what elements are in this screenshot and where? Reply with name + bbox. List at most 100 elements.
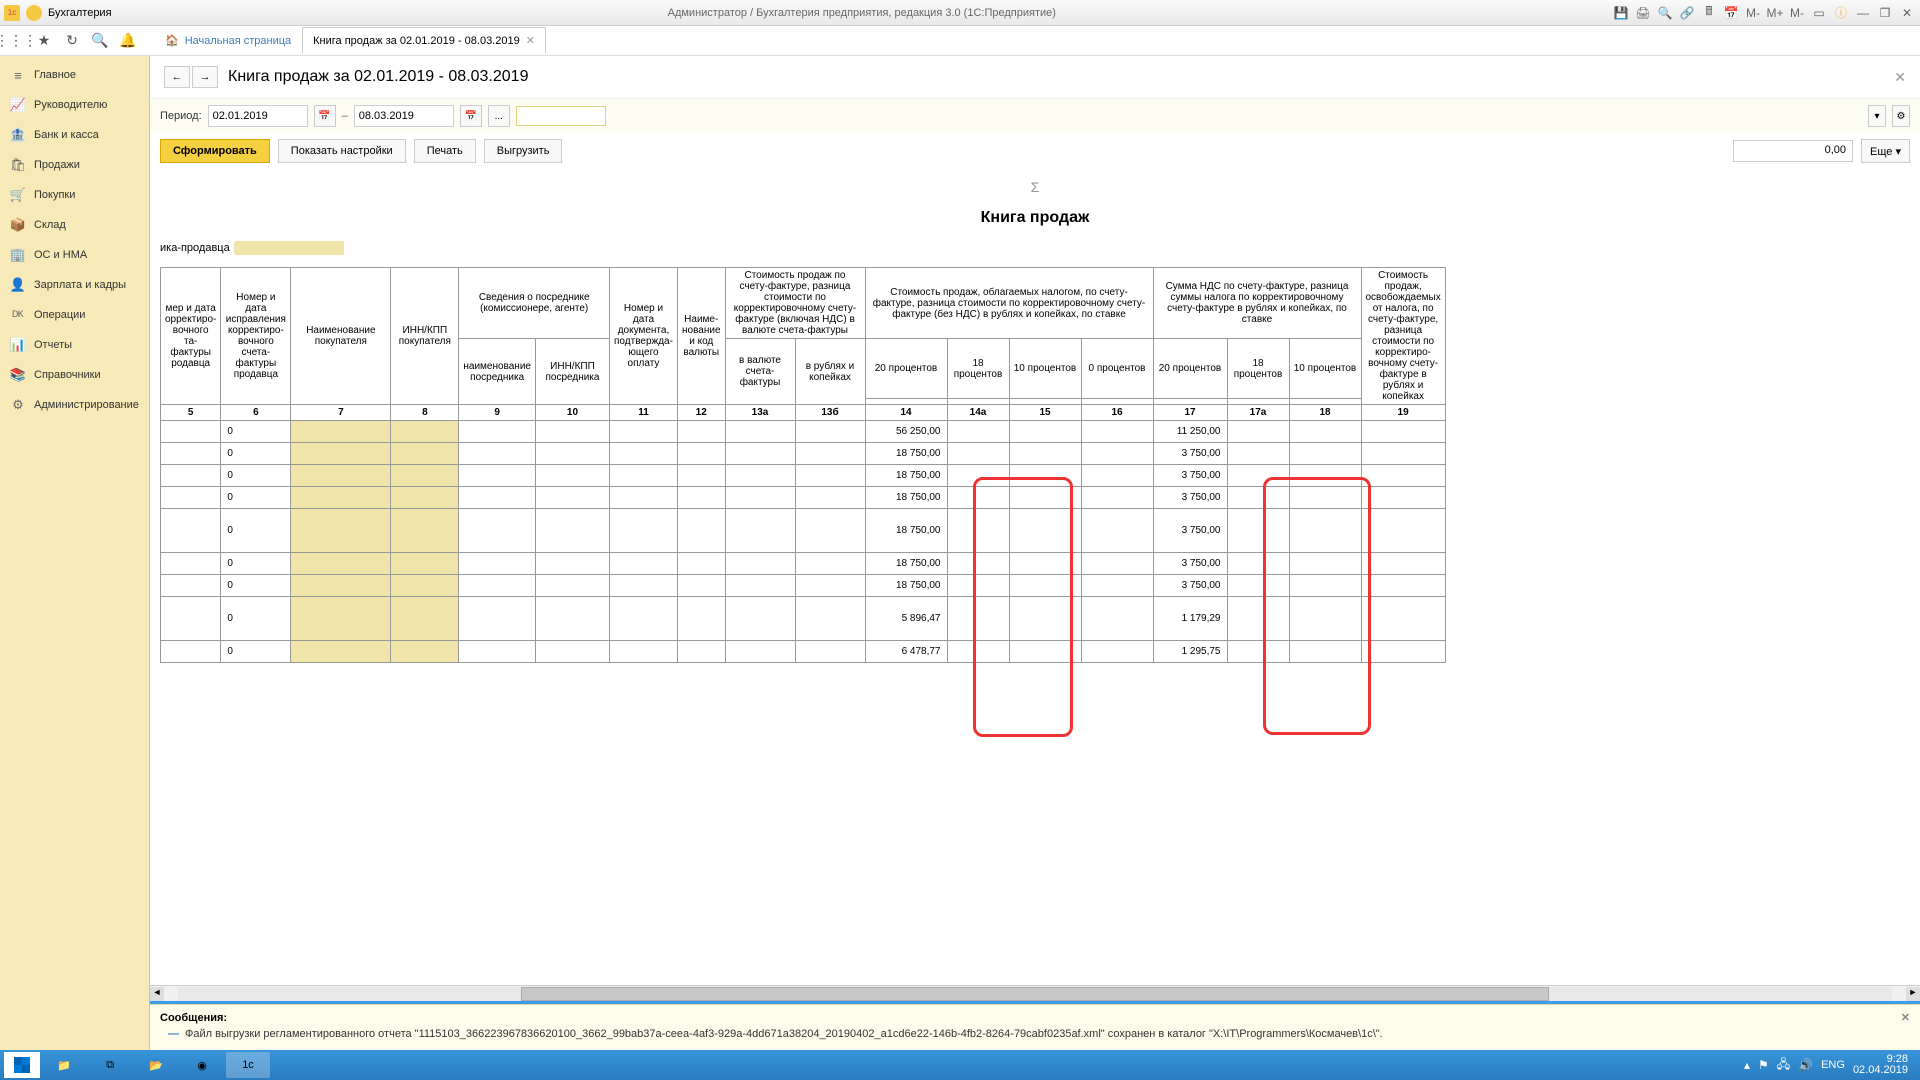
tray-flag-icon[interactable]: ⚑ bbox=[1758, 1058, 1769, 1072]
window-title: Администратор / Бухгалтерия предприятия,… bbox=[118, 7, 1606, 19]
sidebar-icon: 📊 bbox=[10, 337, 26, 353]
title-bar: 1c Бухгалтерия Администратор / Бухгалтер… bbox=[0, 0, 1920, 26]
sidebar-icon: ⚙ bbox=[10, 397, 26, 413]
nav-back-button[interactable]: ← bbox=[164, 66, 190, 88]
sidebar: ≡ Главное 📈Руководителю 🏦 Банк и касса 🛍Прода… bbox=[0, 56, 150, 1050]
tray-network-icon[interactable]: 🖧 bbox=[1777, 1055, 1790, 1076]
sidebar-item-6[interactable]: 🏢ОС и НМА bbox=[0, 240, 149, 270]
sidebar-item-1[interactable]: 📈Руководителю bbox=[0, 90, 149, 120]
task-explorer[interactable]: 📁 bbox=[42, 1052, 86, 1078]
tab-sales-book[interactable]: Книга продаж за 02.01.2019 - 08.03.2019 … bbox=[302, 27, 546, 54]
show-settings-button[interactable]: Показать настройки bbox=[278, 139, 406, 163]
sidebar-label: Главное bbox=[34, 69, 76, 81]
search-icon[interactable]: 🔍 bbox=[90, 31, 110, 51]
sidebar-icon: 🏦 bbox=[10, 127, 26, 143]
close-icon[interactable]: ✕ bbox=[1898, 4, 1916, 22]
sidebar-item-0[interactable]: ≡ Главное bbox=[0, 60, 149, 90]
task-chrome[interactable]: ◉ bbox=[180, 1052, 224, 1078]
period-label: Период: bbox=[160, 110, 202, 122]
m-plus-icon[interactable]: M+ bbox=[1766, 4, 1784, 22]
date-from-picker-icon[interactable]: 📅 bbox=[314, 105, 336, 127]
print-icon[interactable]: 🖨 bbox=[1634, 4, 1652, 22]
apps-icon[interactable]: ⋮⋮⋮ bbox=[6, 31, 26, 51]
panel-icon[interactable]: ▭ bbox=[1810, 4, 1828, 22]
sidebar-item-8[interactable]: ᴰᴷОперации bbox=[0, 300, 149, 330]
taskbar: 📁 ⧉ 📂 ◉ 1c ▴ ⚑ 🖧 🔊 ENG 9:28 02.04.2019 bbox=[0, 1050, 1920, 1080]
date-to-input[interactable] bbox=[354, 105, 454, 127]
sidebar-item-5[interactable]: 📦Склад bbox=[0, 210, 149, 240]
tab-home[interactable]: 🏠 Начальная страница bbox=[154, 27, 302, 54]
tray-clock[interactable]: 9:28 02.04.2019 bbox=[1853, 1054, 1908, 1076]
calendar-icon[interactable]: 📅 bbox=[1722, 4, 1740, 22]
sidebar-item-7[interactable]: 👤 Зарплата и кадры bbox=[0, 270, 149, 300]
seller-row: ика-продавца bbox=[160, 235, 1910, 261]
minimize-icon[interactable]: — bbox=[1854, 4, 1872, 22]
app-logo-icon: 1c bbox=[4, 5, 20, 21]
star-icon[interactable]: ★ bbox=[34, 31, 54, 51]
export-button[interactable]: Выгрузить bbox=[484, 139, 563, 163]
maximize-icon[interactable]: ❐ bbox=[1876, 4, 1894, 22]
task-powershell[interactable]: ⧉ bbox=[88, 1052, 132, 1078]
sidebar-icon: 👤 bbox=[10, 277, 26, 293]
task-folder[interactable]: 📂 bbox=[134, 1052, 178, 1078]
history-icon[interactable]: ↻ bbox=[62, 31, 82, 51]
sidebar-label: Покупки bbox=[34, 189, 75, 201]
m-minus-icon[interactable]: M- bbox=[1744, 4, 1762, 22]
sidebar-icon: 📈 bbox=[10, 97, 26, 113]
sidebar-icon: 🛍 bbox=[10, 157, 26, 173]
help-icon[interactable]: ⓘ bbox=[1832, 4, 1850, 22]
date-from-input[interactable] bbox=[208, 105, 308, 127]
link-icon[interactable]: 🔗 bbox=[1678, 4, 1696, 22]
table-row: 05 896,471 179,29 bbox=[161, 597, 1446, 641]
page-close-icon[interactable]: ✕ bbox=[1894, 69, 1906, 86]
period-ext-button[interactable]: ... bbox=[488, 105, 510, 127]
sidebar-label: Операции bbox=[34, 309, 85, 321]
content-area: ← → Книга продаж за 02.01.2019 - 08.03.2… bbox=[150, 56, 1920, 1050]
sidebar-item-3[interactable]: 🛍Продажи bbox=[0, 150, 149, 180]
table-row: 018 750,003 750,00 bbox=[161, 487, 1446, 509]
org-field[interactable] bbox=[516, 106, 606, 126]
sidebar-label: Отчеты bbox=[34, 339, 72, 351]
save-icon[interactable]: 💾 bbox=[1612, 4, 1630, 22]
preview-icon[interactable]: 🔍 bbox=[1656, 4, 1674, 22]
sidebar-item-11[interactable]: ⚙Администрирование bbox=[0, 390, 149, 420]
start-button[interactable] bbox=[4, 1052, 40, 1078]
scroll-right-icon[interactable]: ► bbox=[1906, 987, 1920, 1001]
print-button[interactable]: Печать bbox=[414, 139, 476, 163]
sidebar-label: Зарплата и кадры bbox=[34, 279, 126, 291]
nav-forward-button[interactable]: → bbox=[192, 66, 218, 88]
generate-button[interactable]: Сформировать bbox=[160, 139, 270, 163]
sidebar-item-9[interactable]: 📊 Отчеты bbox=[0, 330, 149, 360]
calc-icon[interactable]: 🖩 bbox=[1700, 4, 1718, 22]
scroll-thumb[interactable] bbox=[521, 987, 1549, 1001]
messages-close-icon[interactable]: ✕ bbox=[1901, 1011, 1910, 1024]
date-to-picker-icon[interactable]: 📅 bbox=[460, 105, 482, 127]
tray-sound-icon[interactable]: 🔊 bbox=[1798, 1058, 1813, 1072]
table-row: 018 750,003 750,00 bbox=[161, 465, 1446, 487]
m-icon[interactable]: M- bbox=[1788, 4, 1806, 22]
sidebar-item-2[interactable]: 🏦 Банк и касса bbox=[0, 120, 149, 150]
sidebar-label: Банк и касса bbox=[34, 129, 99, 141]
tab-close-icon[interactable]: ✕ bbox=[526, 34, 535, 47]
message-text: Файл выгрузки регламентированного отчета… bbox=[185, 1028, 1383, 1040]
tray-lang[interactable]: ENG bbox=[1821, 1059, 1845, 1071]
dropdown-button[interactable]: ▾ bbox=[1868, 105, 1886, 127]
sidebar-item-10[interactable]: 📚Справочники bbox=[0, 360, 149, 390]
scroll-left-icon[interactable]: ◄ bbox=[150, 987, 164, 1001]
sidebar-item-4[interactable]: 🛒Покупки bbox=[0, 180, 149, 210]
favorite-icon[interactable] bbox=[26, 5, 42, 21]
bell-icon[interactable]: 🔔 bbox=[118, 31, 138, 51]
tray-up-icon[interactable]: ▴ bbox=[1744, 1058, 1750, 1072]
table-row: 018 750,003 750,00 bbox=[161, 575, 1446, 597]
sum-display: 0,00 bbox=[1733, 140, 1853, 162]
task-1c[interactable]: 1c bbox=[226, 1052, 270, 1078]
sidebar-icon: 📚 bbox=[10, 367, 26, 383]
table-row: 056 250,0011 250,00 bbox=[161, 421, 1446, 443]
sidebar-icon: ≡ bbox=[10, 67, 26, 83]
tab-home-label: Начальная страница bbox=[185, 35, 291, 47]
date-separator: – bbox=[342, 110, 348, 122]
horizontal-scrollbar[interactable]: ◄ ► bbox=[150, 985, 1920, 1001]
more-button[interactable]: Еще ▾ bbox=[1861, 139, 1910, 163]
windows-icon bbox=[14, 1057, 30, 1073]
settings-button[interactable]: ⚙ bbox=[1892, 105, 1910, 127]
